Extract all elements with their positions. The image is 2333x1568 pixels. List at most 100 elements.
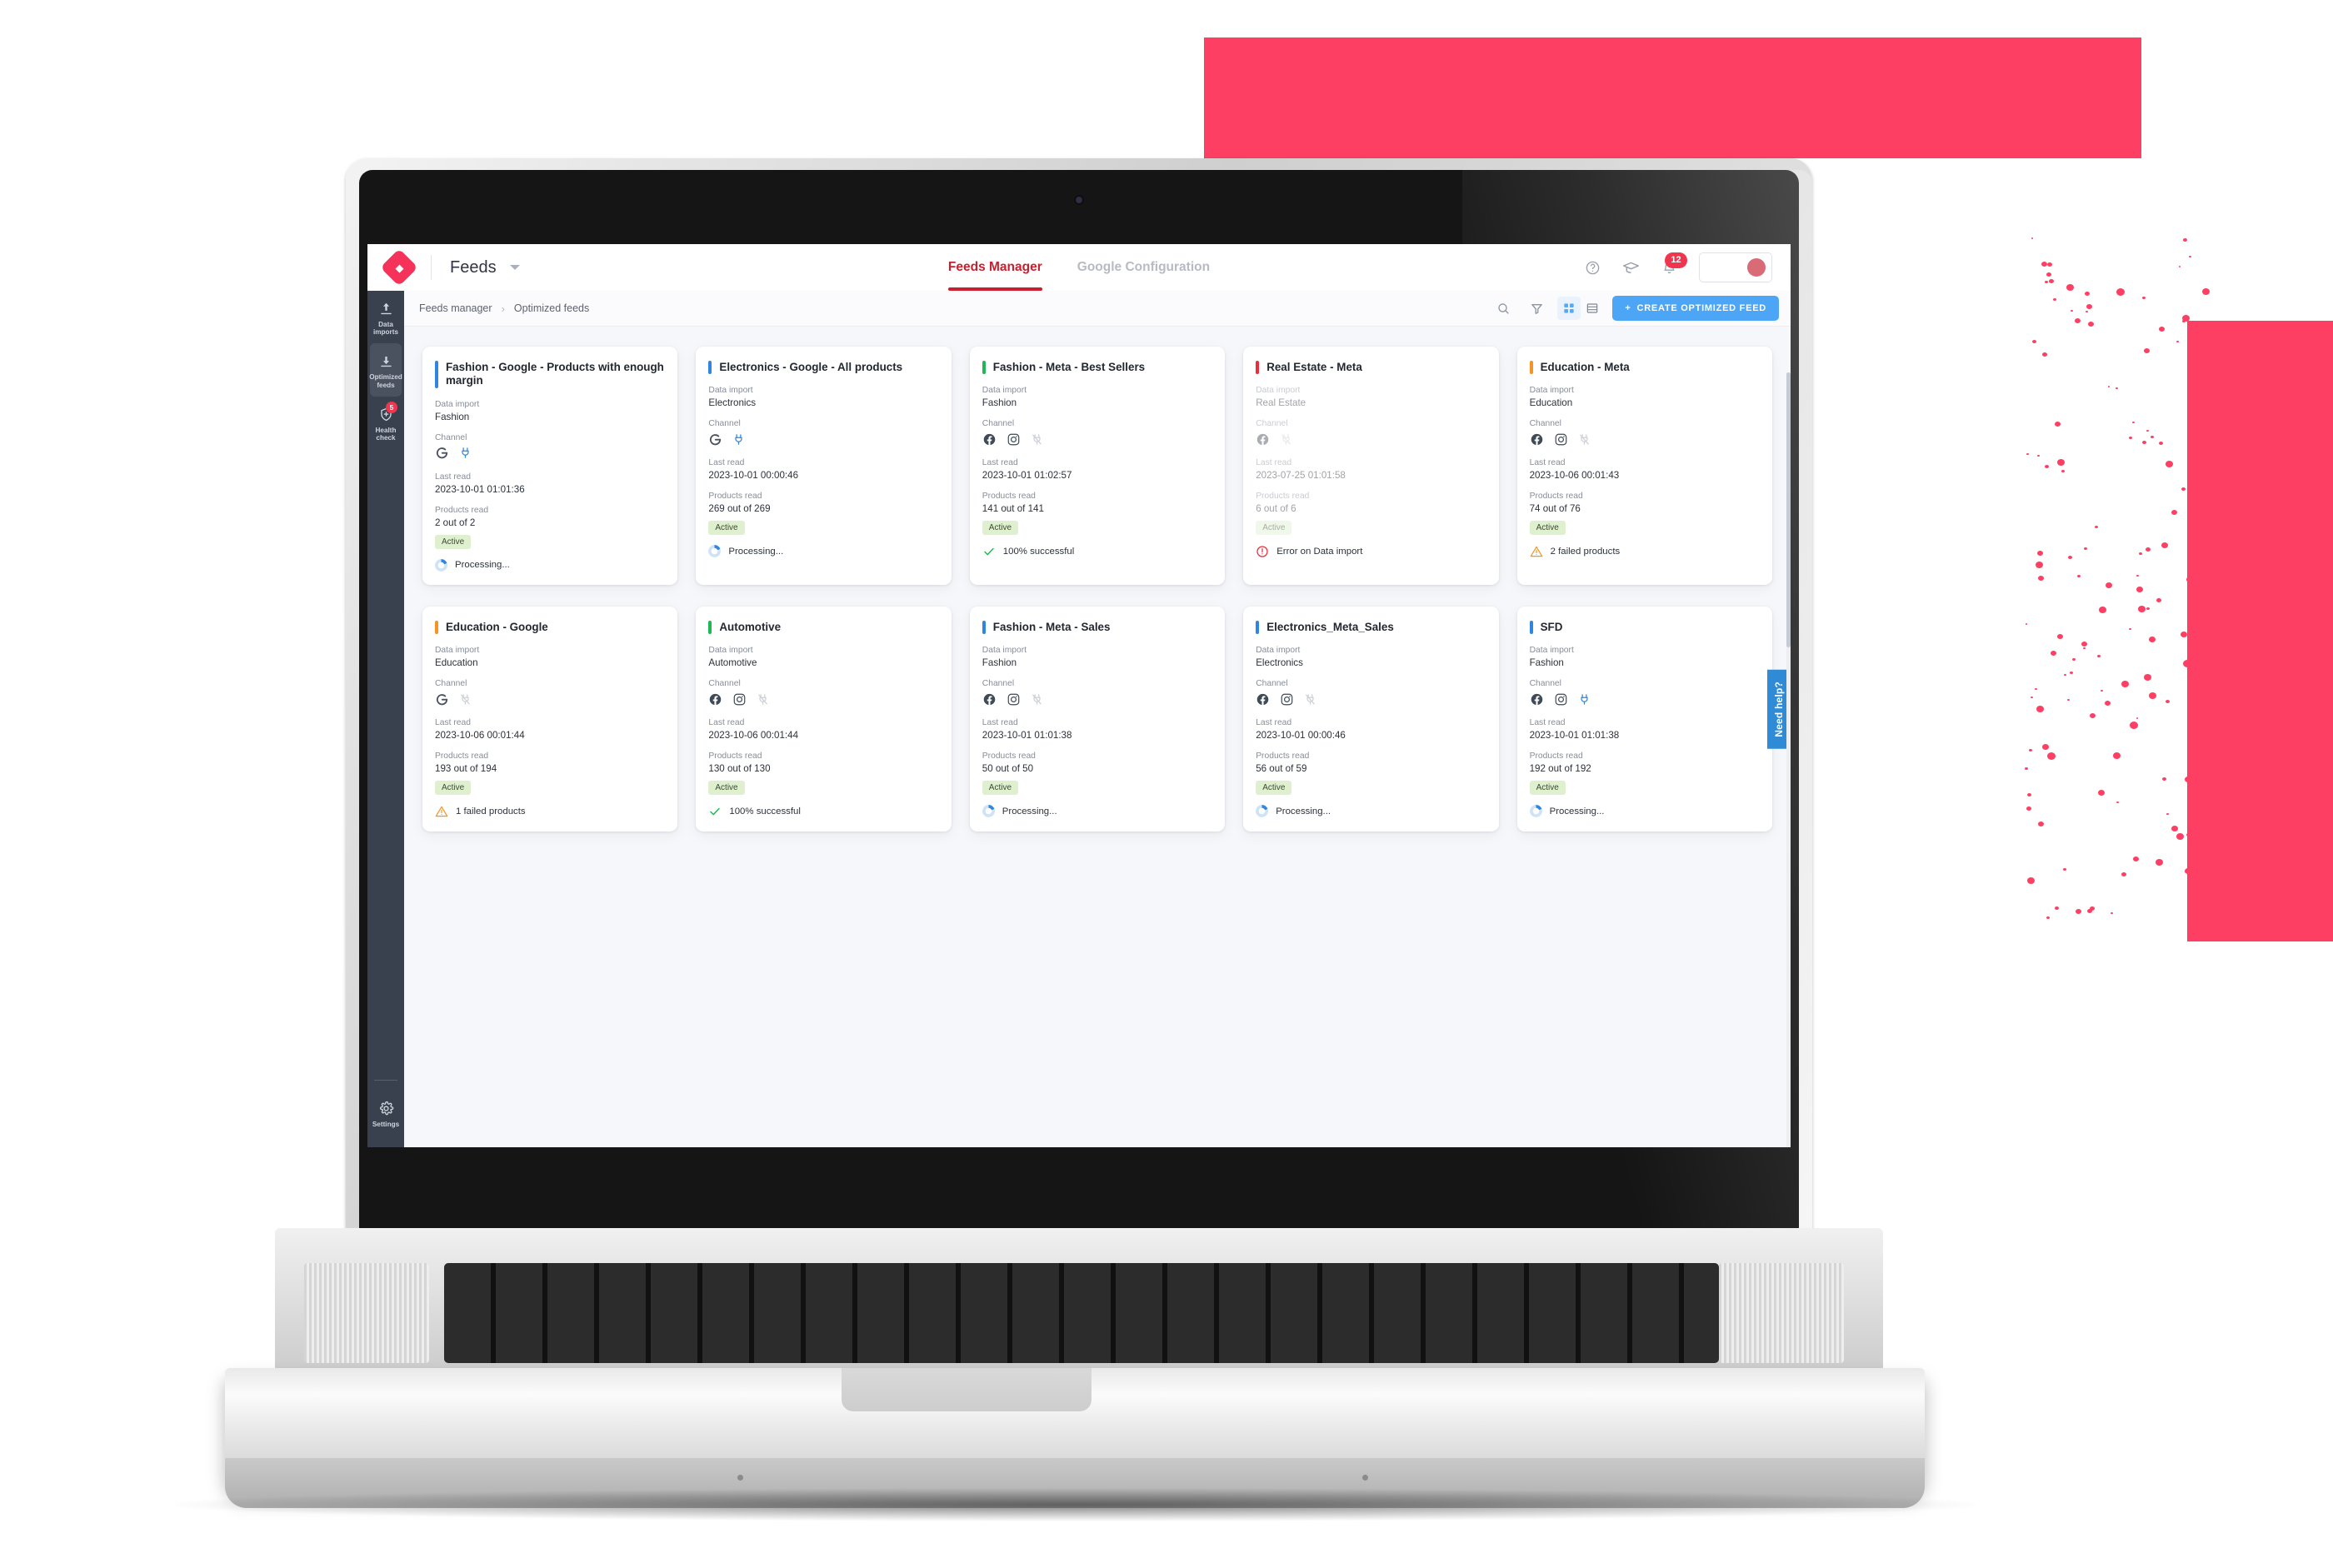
card-accent-bar [1529, 620, 1533, 635]
sidebar-item-optimized-feeds-label-2: feeds [377, 381, 395, 389]
feed-state-row: Processing... [1529, 805, 1759, 818]
brand-logo-glyph: ◆ [395, 261, 403, 274]
data-import-label: Data import [1529, 386, 1574, 396]
last-read-value: 2023-10-06 00:01:43 [1529, 470, 1620, 482]
laptop-speaker-right [1719, 1263, 1844, 1363]
feed-state-text: 100% successful [1002, 547, 1075, 557]
feed-state-row: Processing... [708, 545, 937, 558]
sidebar-item-optimized-feeds[interactable]: Optimized feeds [369, 343, 402, 397]
card-accent-bar [982, 361, 986, 375]
feed-card[interactable]: Automotive Data import Automotive Channel La… [696, 606, 952, 832]
data-import-label: Data import [708, 646, 753, 656]
feed-state-text: Processing... [1276, 806, 1331, 816]
card-accent-bar [708, 361, 712, 375]
content-scrollbar[interactable] [1786, 372, 1791, 1147]
laptop-keyboard [444, 1263, 1719, 1363]
status-badge: Active [435, 534, 472, 549]
products-read-label: Products read [982, 492, 1036, 502]
card-accent-bar [982, 620, 986, 635]
products-read-value: 141 out of 141 [982, 503, 1044, 515]
last-read-value: 2023-10-06 00:01:44 [708, 730, 799, 742]
status-badge: Active [435, 781, 472, 796]
chevron-down-icon[interactable] [509, 265, 520, 270]
plug-icon [459, 446, 472, 460]
sidebar-item-health-check-label-2: check [376, 433, 396, 442]
scrollbar-thumb[interactable] [1786, 372, 1791, 647]
sidebar-item-settings[interactable]: Settings [370, 1091, 402, 1136]
error-icon [1256, 545, 1269, 558]
products-read-value: 6 out of 6 [1256, 503, 1296, 515]
status-badge: Active [1256, 781, 1292, 796]
create-optimized-feed-button[interactable]: + CREATE OPTIMIZED FEED [1612, 296, 1779, 321]
feed-state-text: 1 failed products [456, 806, 526, 817]
instagram-icon [1007, 692, 1021, 707]
sidebar-item-data-imports[interactable]: Data imports [370, 291, 402, 343]
tab-feeds-manager[interactable]: Feeds Manager [947, 244, 1042, 291]
warning-icon [435, 805, 448, 818]
sidebar-item-health-check[interactable]: Health check 5 [370, 397, 402, 449]
list-view-icon[interactable] [1581, 297, 1604, 320]
feed-state-row: 1 failed products [435, 805, 664, 818]
instagram-icon [732, 692, 747, 707]
feed-card[interactable]: SFD Data import Fashion Channel Last read 202… [1516, 606, 1772, 832]
tab-google-configuration[interactable]: Google Configuration [1077, 244, 1210, 291]
notifications-bell-icon[interactable]: 12 [1661, 252, 1687, 276]
status-badge: Active [1529, 521, 1566, 536]
last-read-label: Last read [435, 718, 471, 728]
feed-state-row: 2 failed products [1530, 545, 1759, 558]
status-badge: Active [708, 781, 745, 796]
channel-label: Channel [708, 419, 741, 429]
filter-icon[interactable] [1524, 296, 1549, 321]
feed-state-text: Processing... [728, 546, 784, 557]
account-selector[interactable] [1699, 252, 1772, 282]
feed-state-text: Processing... [1549, 806, 1605, 816]
products-read-value: 2 out of 2 [435, 517, 476, 528]
last-read-value: 2023-10-06 00:01:44 [435, 730, 525, 742]
grid-view-icon[interactable] [1557, 297, 1581, 320]
data-import-value: Real Estate [1256, 397, 1306, 409]
help-icon[interactable] [1585, 260, 1601, 276]
create-optimized-feed-label: CREATE OPTIMIZED FEED [1636, 303, 1766, 313]
feeds-card-grid: Fashion - Google - Products with enough … [404, 327, 1791, 851]
products-read-label: Products read [1256, 492, 1310, 502]
feed-card-title: Electronics_Meta_Sales [1266, 620, 1394, 633]
topbar-tabs: Feeds Manager Google Configuration [367, 244, 1791, 291]
breadcrumb-item-feeds-manager[interactable]: Feeds manager [419, 302, 492, 314]
plug-off-icon [459, 692, 472, 707]
feed-card-title: Electronics - Google - All products [719, 361, 903, 373]
feed-card[interactable]: Fashion - Meta - Best Sellers Data import… [969, 347, 1226, 585]
feed-card[interactable]: Electronics_Meta_Sales Data import Electro… [1243, 606, 1499, 832]
facebook-icon [1256, 692, 1270, 707]
feed-card[interactable]: Fashion - Google - Products with enough … [422, 347, 678, 585]
app-topbar: ◆ Feeds Feeds Manager Google Configurati… [367, 244, 1791, 291]
feed-card[interactable]: Education - Google Data import Education Ch… [422, 606, 678, 832]
products-read-label: Products read [1529, 752, 1583, 762]
feed-card-title: SFD [1540, 620, 1563, 633]
feed-card[interactable]: Electronics - Google - All products Data … [696, 347, 952, 585]
brand-logo[interactable]: ◆ [367, 248, 431, 287]
spinner-icon [1256, 805, 1269, 818]
plug-off-icon [757, 692, 769, 707]
feed-state-row: 100% successful [982, 545, 1211, 558]
channel-icon-row [1530, 431, 1759, 447]
card-accent-bar [1529, 361, 1533, 375]
channel-icon-row [982, 431, 1211, 447]
data-import-value: Fashion [982, 397, 1017, 409]
decor-dot-pattern [2025, 237, 2241, 925]
breadcrumb-item-optimized-feeds[interactable]: Optimized feeds [514, 302, 589, 314]
products-read-value: 130 out of 130 [708, 763, 771, 775]
graduation-cap-icon[interactable] [1622, 259, 1640, 277]
channel-icon-row [1256, 691, 1485, 707]
feed-card[interactable]: Education - Meta Data import Education Chan… [1516, 347, 1772, 585]
feed-card[interactable]: Fashion - Meta - Sales Data import Fashion… [969, 606, 1226, 832]
search-icon[interactable] [1491, 296, 1516, 321]
data-import-value: Education [435, 657, 478, 669]
feed-card[interactable]: Real Estate - Meta Data import Real Estate… [1243, 347, 1499, 585]
channel-icon-row [982, 691, 1211, 707]
plus-icon: + [1625, 303, 1631, 313]
google-icon [435, 446, 449, 460]
google-icon [435, 692, 449, 707]
status-badge: Active [708, 521, 745, 536]
last-read-label: Last read [1529, 718, 1566, 728]
products-read-value: 74 out of 76 [1529, 503, 1581, 515]
